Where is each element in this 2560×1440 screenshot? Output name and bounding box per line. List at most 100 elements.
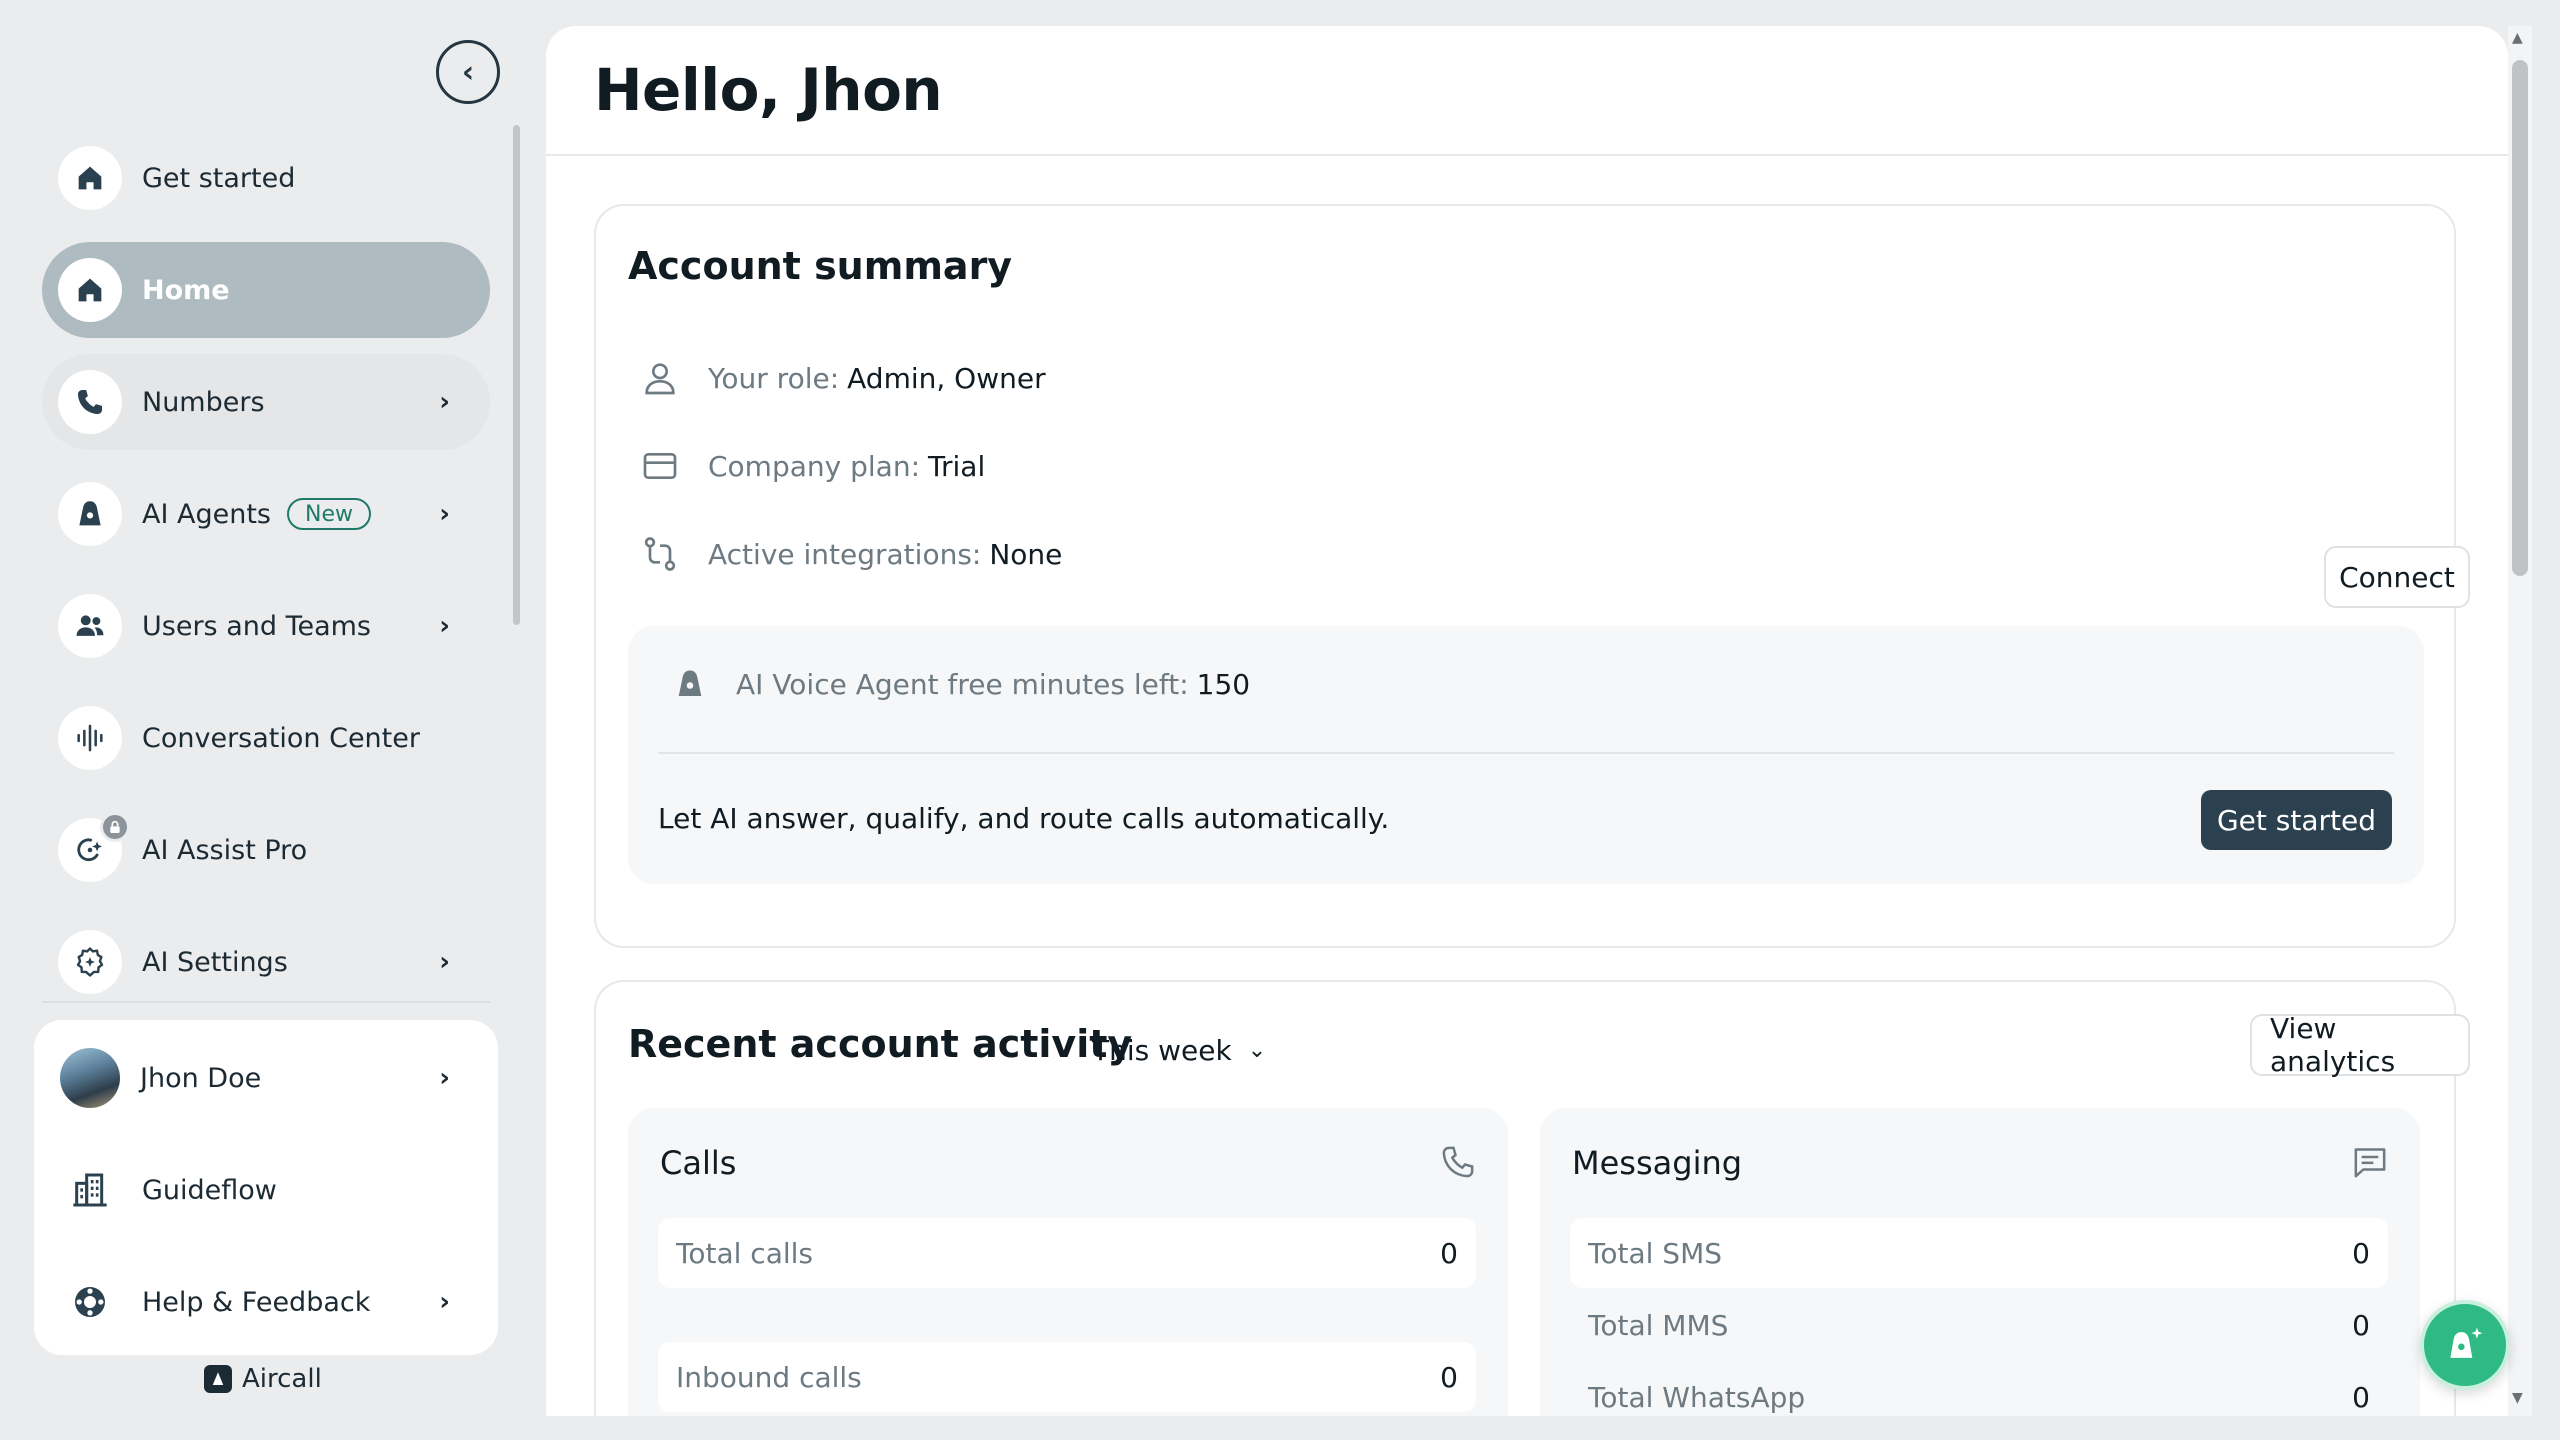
sidebar-item-ai-assist-pro[interactable]: AI Assist Pro: [42, 802, 490, 898]
sidebar-item-help-feedback[interactable]: Help & Feedback ›: [42, 1254, 490, 1350]
home-icon: [58, 146, 122, 210]
stat-row: Inbound calls 0: [658, 1342, 1476, 1412]
sidebar-item-label: AI Agents: [142, 498, 272, 530]
help-label: Help & Feedback: [142, 1286, 371, 1318]
sidebar-divider: [42, 1001, 490, 1003]
chevron-down-icon: ⌄: [1247, 1038, 1267, 1063]
page-title: Hello, Jhon: [594, 56, 943, 124]
ai-assist-icon: [58, 812, 130, 882]
sidebar-item-ai-settings[interactable]: AI Settings ›: [42, 914, 490, 1010]
sidebar-item-label: Users and Teams: [142, 610, 371, 642]
integrations-value: None: [989, 537, 1063, 571]
user-panel: Jhon Doe › Guideflow Help & Feedback ›: [34, 1020, 498, 1355]
chevron-right-icon: ›: [439, 1287, 450, 1317]
period-value: This week: [1092, 1034, 1232, 1067]
card-title: Account summary: [628, 244, 1013, 288]
sidebar-item-user-profile[interactable]: Jhon Doe ›: [42, 1030, 490, 1126]
sidebar-item-label: Numbers: [142, 386, 265, 418]
phone-icon: [58, 370, 122, 434]
stat-value: 0: [1440, 1236, 1458, 1270]
users-icon: [58, 594, 122, 658]
chevron-right-icon: ›: [439, 611, 450, 641]
messaging-panel: Messaging Total SMS 0 Total MMS 0 Total …: [1540, 1108, 2420, 1416]
stat-label: Total WhatsApp: [1588, 1380, 1806, 1414]
period-dropdown[interactable]: This week ⌄: [1092, 1034, 1266, 1067]
recent-activity-card: Recent account activity This week ⌄ View…: [594, 980, 2470, 1416]
chevron-right-icon: ›: [439, 387, 450, 417]
ai-agent-icon: [678, 670, 702, 696]
card-title: Recent account activity: [628, 1022, 1133, 1066]
role-row: Your role: Admin, Owner: [640, 358, 1046, 398]
stat-value: 0: [2352, 1380, 2370, 1414]
aircall-logo-icon: [204, 1365, 232, 1393]
sidebar-scrollbar[interactable]: [513, 125, 520, 625]
connect-button[interactable]: Connect: [2324, 546, 2470, 608]
sidebar-item-get-started[interactable]: Get started: [42, 130, 490, 226]
ai-description: Let AI answer, qualify, and route calls …: [658, 802, 1390, 835]
stat-row: Total MMS 0: [1570, 1290, 2388, 1360]
sidebar-item-ai-agents[interactable]: AI Agents New ›: [42, 466, 490, 562]
sidebar: ‹ Get started Home Numbers › AI Agents N…: [0, 0, 530, 1440]
chevron-left-icon: ‹: [461, 54, 475, 90]
account-summary-card: Account summary Your role: Admin, Owner …: [594, 204, 2470, 948]
sidebar-item-label: AI Settings: [142, 946, 288, 978]
role-key: Your role:: [708, 361, 840, 395]
chevron-right-icon: ›: [439, 499, 450, 529]
lifebuoy-icon: [58, 1270, 122, 1334]
panel-title: Calls: [660, 1144, 737, 1182]
sidebar-item-company[interactable]: Guideflow: [42, 1142, 490, 1238]
calls-panel: Calls Total calls 0 Inbound calls 0: [628, 1108, 1508, 1416]
sidebar-item-conversation-center[interactable]: Conversation Center: [42, 690, 490, 786]
sidebar-item-label: Home: [142, 274, 230, 306]
gear-sparkle-icon: [58, 930, 122, 994]
integrations-icon: [644, 537, 676, 571]
ai-agent-icon: [58, 482, 122, 546]
brand-name: Aircall: [242, 1364, 322, 1394]
collapse-sidebar-button[interactable]: ‹: [436, 40, 500, 104]
page-header: Hello, Jhon: [546, 26, 2508, 156]
ai-minutes-value: 150: [1196, 667, 1251, 701]
sidebar-item-numbers[interactable]: Numbers ›: [42, 354, 490, 450]
chevron-right-icon: ›: [439, 947, 450, 977]
main-content: Hello, Jhon Account summary Your role: A…: [546, 26, 2508, 1416]
integrations-key: Active integrations:: [708, 537, 982, 571]
scroll-up-icon[interactable]: ▲: [2512, 30, 2523, 46]
lock-icon: [100, 812, 130, 842]
scroll-down-icon[interactable]: ▼: [2512, 1390, 2523, 1406]
sidebar-item-label: Get started: [142, 162, 296, 194]
home-icon: [58, 258, 122, 322]
divider: [658, 752, 2394, 754]
stat-label: Total calls: [676, 1236, 813, 1270]
new-badge: New: [287, 498, 372, 530]
page-scrollbar-thumb[interactable]: [2512, 60, 2528, 576]
user-icon: [645, 363, 675, 395]
waveform-icon: [58, 706, 122, 770]
view-analytics-button[interactable]: View analytics: [2250, 1012, 2470, 1078]
ai-minutes-key: AI Voice Agent free minutes left:: [736, 667, 1189, 701]
stat-label: Inbound calls: [676, 1360, 862, 1394]
plan-key: Company plan:: [708, 449, 920, 483]
panel-title: Messaging: [1572, 1144, 1743, 1182]
sidebar-item-users-and-teams[interactable]: Users and Teams ›: [42, 578, 490, 674]
phone-icon: [1442, 1146, 1474, 1178]
message-icon: [2354, 1148, 2386, 1178]
stat-value: 0: [2352, 1236, 2370, 1270]
avatar: [60, 1048, 120, 1108]
get-started-button[interactable]: Get started: [2200, 790, 2392, 850]
stat-value: 0: [1440, 1360, 1458, 1394]
chevron-right-icon: ›: [439, 1063, 450, 1093]
ai-assistant-fab[interactable]: [2420, 1300, 2510, 1390]
plan-row: Company plan: Trial: [640, 446, 985, 486]
ai-voice-agent-box: AI Voice Agent free minutes left: 150 Le…: [628, 626, 2424, 884]
ai-minutes-row: AI Voice Agent free minutes left: 150: [672, 666, 1250, 702]
sidebar-item-home[interactable]: Home: [42, 242, 490, 338]
sidebar-item-label: AI Assist Pro: [142, 834, 308, 866]
sidebar-item-label: Conversation Center: [142, 722, 420, 754]
user-name: Jhon Doe: [140, 1062, 262, 1094]
stat-label: Total MMS: [1588, 1308, 1729, 1342]
company-name: Guideflow: [142, 1174, 277, 1206]
plan-value: Trial: [928, 449, 986, 483]
brand-footer: Aircall: [204, 1364, 322, 1394]
stat-value: 0: [2352, 1308, 2370, 1342]
stat-row: Total WhatsApp 0: [1570, 1362, 2388, 1416]
